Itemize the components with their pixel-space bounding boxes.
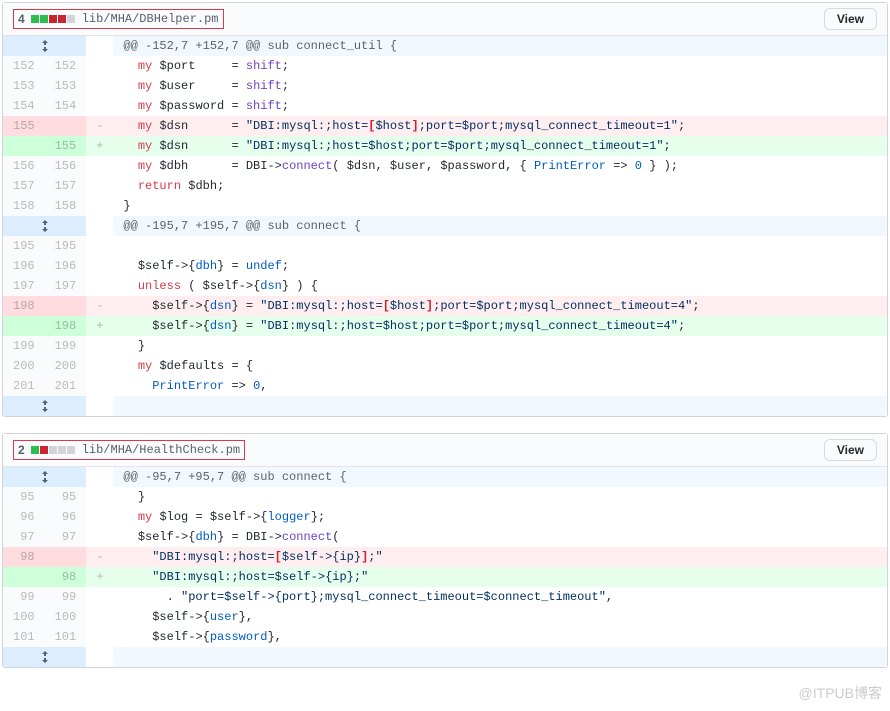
diff-line: 101101 $self->{password},: [3, 627, 887, 647]
diffstat-del-block: [58, 15, 66, 23]
unfold-icon: [37, 396, 53, 416]
diffstat-add-block: [31, 15, 39, 23]
unfold-icon: [37, 647, 53, 667]
unfold-icon: [37, 467, 53, 487]
diff-table: @@ -95,7 +95,7 @@ sub connect { 9595 } 9…: [3, 467, 887, 667]
unfold-icon: [37, 216, 53, 236]
view-button[interactable]: View: [824, 439, 877, 461]
diff-line-addition: 198+ $self->{dsn} = "DBI:mysql:;host=$ho…: [3, 316, 887, 336]
diffstat-neutral-block: [58, 446, 66, 454]
diff-line-deletion: 155- my $dsn = "DBI:mysql:;host=[$host];…: [3, 116, 887, 136]
expand-row[interactable]: @@ -195,7 +195,7 @@ sub connect {: [3, 216, 887, 236]
view-button[interactable]: View: [824, 8, 877, 30]
diff-line-deletion: 198- $self->{dsn} = "DBI:mysql:;host=[$h…: [3, 296, 887, 316]
diff-line: 153153 my $user = shift;: [3, 76, 887, 96]
diff-line-addition: 155+ my $dsn = "DBI:mysql:;host=$host;po…: [3, 136, 887, 156]
file-path[interactable]: lib/MHA/HealthCheck.pm: [82, 443, 240, 457]
watermark: @ITPUB博客: [799, 683, 882, 703]
diff-line: 9595 }: [3, 487, 887, 507]
file-diffstat: 2 lib/MHA/HealthCheck.pm: [13, 440, 245, 460]
diff-line: 200200 my $defaults = {: [3, 356, 887, 376]
diff-line-deletion: 98- "DBI:mysql:;host=[$self->{ip}];": [3, 547, 887, 567]
diff-line: 156156 my $dbh = DBI->connect( $dsn, $us…: [3, 156, 887, 176]
diff-file-block: 2 lib/MHA/HealthCheck.pm View @@ -95,7 +…: [2, 433, 888, 668]
diff-line: 195195: [3, 236, 887, 256]
hunk-header: @@ -152,7 +152,7 @@ sub connect_util {: [113, 36, 887, 56]
diff-line: 197197 unless ( $self->{dsn} ) {: [3, 276, 887, 296]
diffstat-neutral-block: [67, 446, 75, 454]
diff-line: 100100 $self->{user},: [3, 607, 887, 627]
diffstat-neutral-block: [49, 446, 57, 454]
change-count: 2: [18, 443, 25, 457]
diffstat-add-block: [40, 15, 48, 23]
diff-line: 199199 }: [3, 336, 887, 356]
hunk-header: @@ -95,7 +95,7 @@ sub connect {: [113, 467, 887, 487]
hunk-header: @@ -195,7 +195,7 @@ sub connect {: [113, 216, 887, 236]
diff-line: 9696 my $log = $self->{logger};: [3, 507, 887, 527]
diffstat-del-block: [49, 15, 57, 23]
file-header: 2 lib/MHA/HealthCheck.pm View: [3, 434, 887, 467]
change-count: 4: [18, 12, 25, 26]
expand-row[interactable]: @@ -152,7 +152,7 @@ sub connect_util {: [3, 36, 887, 56]
diffstat-neutral-block: [67, 15, 75, 23]
diff-file-block: 4 lib/MHA/DBHelper.pm View @@ -152,7 +15…: [2, 2, 888, 417]
diff-line: 152152 my $port = shift;: [3, 56, 887, 76]
diff-line: 9999 . "port=$self->{port};mysql_connect…: [3, 587, 887, 607]
unfold-icon: [37, 36, 53, 56]
diff-line: 154154 my $password = shift;: [3, 96, 887, 116]
diffstat-del-block: [40, 446, 48, 454]
file-path[interactable]: lib/MHA/DBHelper.pm: [82, 12, 219, 26]
diff-line: 9797 $self->{dbh} = DBI->connect(: [3, 527, 887, 547]
code-line: my $port = shift;: [113, 56, 887, 76]
diffstat-add-block: [31, 446, 39, 454]
diff-line: 196196 $self->{dbh} = undef;: [3, 256, 887, 276]
diff-table: @@ -152,7 +152,7 @@ sub connect_util { 1…: [3, 36, 887, 416]
diff-line: 201201 PrintError => 0,: [3, 376, 887, 396]
file-diffstat: 4 lib/MHA/DBHelper.pm: [13, 9, 224, 29]
diff-line: 157157 return $dbh;: [3, 176, 887, 196]
expand-row[interactable]: [3, 396, 887, 416]
file-header: 4 lib/MHA/DBHelper.pm View: [3, 3, 887, 36]
expand-row[interactable]: @@ -95,7 +95,7 @@ sub connect {: [3, 467, 887, 487]
diff-line-addition: 98+ "DBI:mysql:;host=$self->{ip};": [3, 567, 887, 587]
diff-line: 158158}: [3, 196, 887, 216]
expand-row[interactable]: [3, 647, 887, 667]
